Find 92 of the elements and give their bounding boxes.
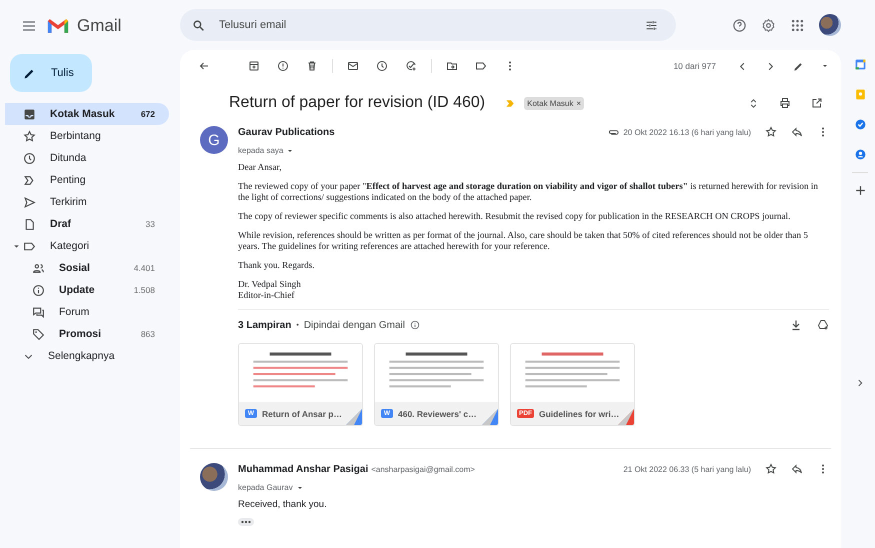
star-icon[interactable] (765, 463, 777, 475)
search-bar[interactable]: Telusuri email (180, 9, 676, 41)
body-paragraph: Thank you. Regards. (238, 260, 316, 271)
signature-line: Dr. Vedpal Singh (238, 279, 302, 290)
sender-email: <ansharpasigai@gmail.com> (371, 464, 475, 474)
label-chip[interactable]: Kotak Masuk (527, 98, 574, 108)
label-icon[interactable] (475, 60, 487, 72)
sidebar-item[interactable]: Sosial 4.401 (5, 257, 169, 279)
help-icon[interactable] (732, 18, 747, 32)
info-icon (32, 284, 45, 296)
page-corner-icon (346, 409, 362, 425)
remove-label-button[interactable]: × (576, 98, 582, 108)
archive-icon[interactable] (248, 60, 260, 72)
page-corner-icon (618, 409, 634, 425)
back-icon[interactable] (198, 60, 210, 72)
file-name: Return of Ansar p… (262, 408, 342, 418)
sidebar-item[interactable]: Forum (5, 301, 169, 323)
sidebar-item[interactable]: Penting (5, 169, 169, 191)
sender-avatar[interactable]: G (200, 126, 228, 154)
expand-icon[interactable] (748, 98, 759, 108)
chat-icon (32, 306, 45, 318)
gmail-logo-icon (47, 18, 69, 34)
add-to-drive-icon[interactable] (817, 319, 829, 331)
add-task-icon[interactable] (405, 60, 417, 72)
search-icon[interactable] (192, 18, 205, 32)
reply-icon[interactable] (791, 463, 803, 475)
pagination-text: 10 dari 977 (673, 61, 716, 71)
settings-icon[interactable] (761, 18, 776, 32)
mail-icon[interactable] (347, 60, 359, 72)
more-link[interactable]: Selengkapnya (5, 345, 169, 367)
caret-icon[interactable] (13, 242, 20, 250)
file-name: Guidelines for wri… (539, 408, 620, 418)
search-input[interactable]: Telusuri email (217, 18, 633, 32)
people-icon (32, 262, 45, 274)
star-icon[interactable] (765, 126, 777, 138)
recipient-dropdown[interactable]: kepada saya (238, 146, 294, 155)
sidebar-item[interactable]: Kotak Masuk 672 (5, 103, 169, 125)
send-icon (23, 196, 36, 208)
sidebar-item[interactable]: Update 1.508 (5, 279, 169, 301)
recipient-dropdown[interactable]: kepada Gaurav (238, 483, 304, 492)
open-new-window-icon[interactable] (811, 97, 823, 109)
body-paragraph: The reviewed copy of your paper "Effect of harvest age and storage duration on viability and vigor of shallot tubers" is returned herewith for revision in the light of corrections/ suggestions indicated on the body of the attached paper. (238, 181, 820, 203)
apps-grid-icon[interactable] (790, 18, 805, 32)
sidebar-item[interactable]: Berbintang (5, 125, 169, 147)
tag-icon (32, 328, 45, 340)
important-icon (23, 174, 36, 186)
message-date: 20 Okt 2022 16.13 (6 hari yang lalu) (623, 128, 751, 136)
body-paragraph: Dear Ansar, (238, 162, 283, 173)
body-paragraph: Received, thank you. (238, 499, 328, 510)
scan-note: Dipindai dengan Gmail (304, 320, 405, 330)
label-icon (23, 240, 36, 252)
clock-icon[interactable] (376, 60, 388, 72)
important-marker-icon[interactable] (505, 98, 516, 108)
attachment-count: 3 Lampiran (238, 320, 292, 330)
page-corner-icon (482, 409, 498, 425)
app-name: Gmail (77, 16, 122, 36)
sender-name: Muhammad Anshar Pasigai (238, 464, 368, 474)
star-icon (23, 130, 36, 142)
sidebar-item[interactable]: Terkirim (5, 191, 169, 213)
draft-icon (23, 218, 36, 230)
sender-name: Gaurav Publications (238, 126, 335, 138)
body-paragraph: The copy of reviewer specific comments is also attached herewith. Resubmit the revised copy for publication in the RESEARCH ON CROPS journal. (238, 211, 792, 222)
sidebar-item[interactable]: Promosi 863 (5, 323, 169, 345)
email-subject: Return of paper for revision (ID 460) (229, 94, 486, 112)
contacts-icon[interactable] (854, 148, 866, 161)
account-avatar[interactable] (819, 14, 841, 36)
sidebar-item[interactable]: Draf 33 (5, 213, 169, 235)
move-folder-icon[interactable] (446, 60, 458, 72)
sidebar-item[interactable]: Kategori (5, 235, 169, 257)
show-trimmed-button[interactable] (238, 518, 254, 526)
ellipsis-icon (240, 519, 252, 525)
body-paragraph: While revision, references should be written as per format of the journal. Also, care should be taken that 50% of cited references should not be older than 5 years. The guidelines for writing references are attached herewith for your reference. (238, 230, 809, 252)
print-icon[interactable] (779, 97, 791, 109)
message-date: 21 Okt 2022 06.33 (5 hari yang lalu) (623, 464, 751, 474)
compose-button[interactable]: Tulis (10, 54, 92, 92)
file-name: 460. Reviewers' c… (398, 408, 477, 418)
pen-icon[interactable] (793, 60, 804, 72)
caret-icon[interactable] (821, 62, 829, 70)
reply-icon[interactable] (791, 126, 803, 138)
report-icon[interactable] (277, 60, 289, 72)
tasks-icon[interactable] (854, 118, 866, 131)
sidebar-item[interactable]: Ditunda (5, 147, 169, 169)
info-icon[interactable] (410, 320, 420, 330)
clock-icon (23, 152, 36, 164)
delete-icon[interactable] (306, 60, 318, 72)
filter-icon[interactable] (645, 18, 658, 32)
add-icon[interactable] (854, 184, 866, 197)
signature-line: Editor-in-Chief (238, 290, 296, 301)
download-icon[interactable] (790, 319, 802, 331)
calendar-icon[interactable] (854, 58, 866, 71)
inbox-icon (23, 108, 36, 120)
sender-avatar[interactable] (200, 463, 228, 491)
